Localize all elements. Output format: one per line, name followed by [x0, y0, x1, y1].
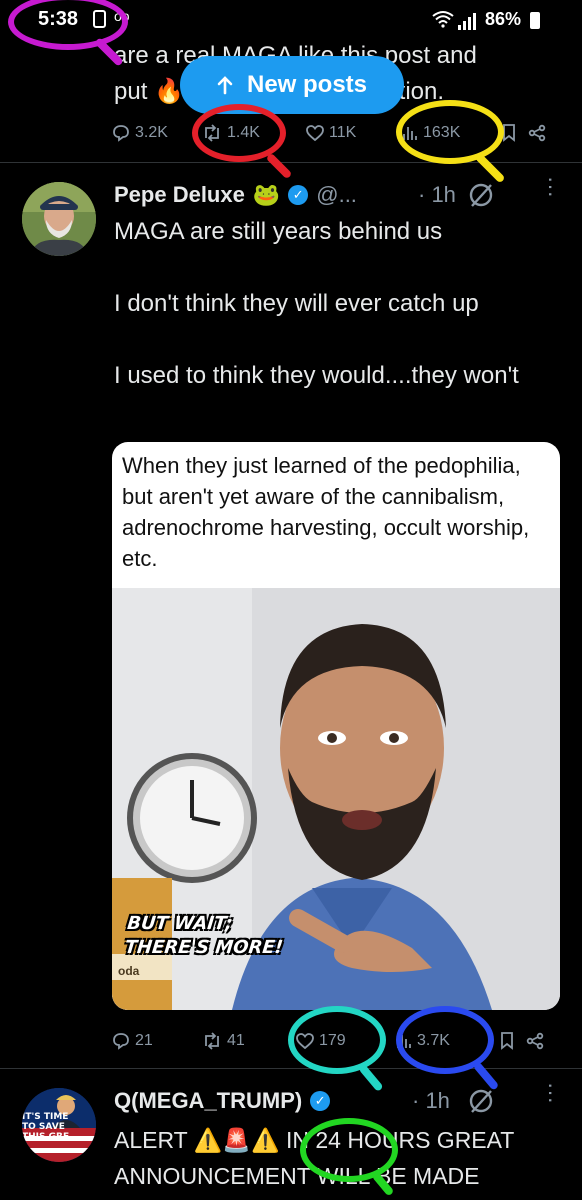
- share-button[interactable]: [526, 1032, 544, 1050]
- meme-overlay-line2: THERE'S MORE!: [123, 937, 285, 958]
- bookmark-button[interactable]: [502, 124, 528, 142]
- like-count: 11K: [329, 124, 357, 141]
- tweet3-author-row: Q(MEGA_TRUMP) ✓: [114, 1088, 331, 1114]
- divider: [0, 1068, 582, 1069]
- avatar-text: IT'S TIME TO SAVE THIS GRE: [22, 1112, 96, 1142]
- views-icon: [403, 127, 417, 140]
- avatar-text-line: THIS GRE: [22, 1132, 70, 1142]
- tweet2-body-spacer: [114, 322, 544, 358]
- meme-box-text: oda: [118, 964, 140, 978]
- highlight-tail-red: [265, 152, 293, 180]
- grok-icon[interactable]: [466, 1086, 496, 1116]
- views-button[interactable]: 3.7K: [396, 1032, 500, 1050]
- tweet3-body[interactable]: ALERT ⚠️🚨⚠️ IN 24 HOURS GREAT ANNOUNCEME…: [114, 1122, 564, 1194]
- tweet3-line1: ALERT ⚠️🚨⚠️ IN 24 HOURS GREAT: [114, 1127, 515, 1153]
- tweet2-time[interactable]: · 1h: [418, 182, 456, 208]
- more-options-icon[interactable]: ···: [538, 1082, 564, 1104]
- tweet2-body[interactable]: MAGA are still years behind us I don't t…: [114, 214, 544, 394]
- reply-icon: [113, 1033, 129, 1050]
- reply-count: 21: [135, 1032, 153, 1049]
- tweet3-time[interactable]: · 1h: [412, 1088, 450, 1114]
- avatar[interactable]: IT'S TIME TO SAVE THIS GRE: [22, 1088, 96, 1162]
- repost-count: 1.4K: [227, 124, 260, 141]
- reply-button[interactable]: 21: [112, 1032, 202, 1050]
- new-posts-label: New posts: [246, 71, 368, 98]
- repost-icon: [205, 1032, 219, 1050]
- share-icon: [526, 1032, 544, 1050]
- views-count: 3.7K: [417, 1032, 450, 1049]
- verified-badge-icon: ✓: [288, 185, 309, 205]
- meme-caption: When they just learned of the pedophilia…: [122, 453, 530, 571]
- bookmark-button[interactable]: [500, 1032, 526, 1050]
- arrow-up-icon: [217, 76, 233, 95]
- avatar-photo: [22, 182, 96, 256]
- status-bar: 5:38 oo 86%: [0, 0, 582, 40]
- reply-button[interactable]: 3.2K: [112, 124, 202, 142]
- repost-button[interactable]: 41: [202, 1032, 296, 1050]
- tweet2-actions: 21 41 179 3.7K: [112, 1026, 558, 1056]
- battery-icon: [530, 12, 540, 29]
- tweet1-actions: 3.2K 1.4K 11K 163K: [112, 118, 558, 148]
- author-name[interactable]: Q(MEGA_TRUMP): [114, 1088, 302, 1114]
- signal-icon: [458, 13, 476, 30]
- new-posts-button[interactable]: New posts: [180, 56, 404, 114]
- avatar-text-line: TO SAVE: [22, 1122, 65, 1132]
- tweet2-body-line: I used to think they would....they won't: [114, 362, 519, 389]
- views-count: 163K: [423, 124, 461, 141]
- tweet3-line2: ANNOUNCEMENT WILL BE MADE: [114, 1163, 480, 1189]
- status-time: 5:38: [38, 8, 79, 30]
- lock-icon: [93, 10, 106, 28]
- frog-emoji: 🐸: [252, 182, 281, 207]
- grok-icon[interactable]: [466, 180, 496, 210]
- battery-percent: 86%: [485, 9, 522, 29]
- avatar-text-line: IT'S TIME: [22, 1112, 69, 1122]
- like-button[interactable]: 11K: [306, 124, 402, 142]
- heart-icon: [296, 1032, 314, 1049]
- avatar[interactable]: [22, 182, 96, 256]
- voicemail-icon: oo: [114, 8, 130, 24]
- repost-icon: [205, 124, 219, 142]
- repost-count: 41: [227, 1032, 245, 1049]
- repost-button[interactable]: 1.4K: [202, 124, 306, 142]
- reply-icon: [113, 125, 129, 142]
- tweet2-body-spacer: [114, 250, 544, 286]
- views-button[interactable]: 163K: [402, 124, 502, 142]
- highlight-tail-yellow: [474, 152, 506, 184]
- divider: [0, 162, 582, 163]
- share-icon: [528, 124, 546, 142]
- tweet2-media-image[interactable]: When they just learned of the pedophilia…: [112, 442, 560, 1010]
- tweet2-author-row: Pepe Deluxe 🐸 ✓ @...: [114, 182, 357, 208]
- views-icon: [397, 1035, 411, 1048]
- like-button[interactable]: 179: [296, 1032, 396, 1050]
- author-handle[interactable]: @...: [316, 182, 357, 208]
- heart-icon: [306, 124, 324, 141]
- author-name[interactable]: Pepe Deluxe: [114, 182, 245, 208]
- share-button[interactable]: [528, 124, 546, 142]
- meme-photo: BUT WAIT; THERE'S MORE! oda: [112, 588, 560, 1010]
- meme-overlay-text: BUT WAIT; THERE'S MORE!: [123, 912, 286, 960]
- more-options-icon[interactable]: ···: [538, 176, 564, 198]
- like-count: 179: [319, 1032, 346, 1049]
- verified-badge-icon: ✓: [310, 1091, 331, 1111]
- bookmark-icon: [503, 124, 515, 142]
- meme-overlay-line1: BUT WAIT;: [126, 913, 234, 934]
- reply-count: 3.2K: [135, 124, 168, 141]
- tweet2-body-line: MAGA are still years behind us: [114, 218, 443, 245]
- tweet2-body-line: I don't think they will ever catch up: [114, 290, 479, 317]
- wifi-icon: [432, 10, 454, 32]
- bookmark-icon: [501, 1032, 513, 1050]
